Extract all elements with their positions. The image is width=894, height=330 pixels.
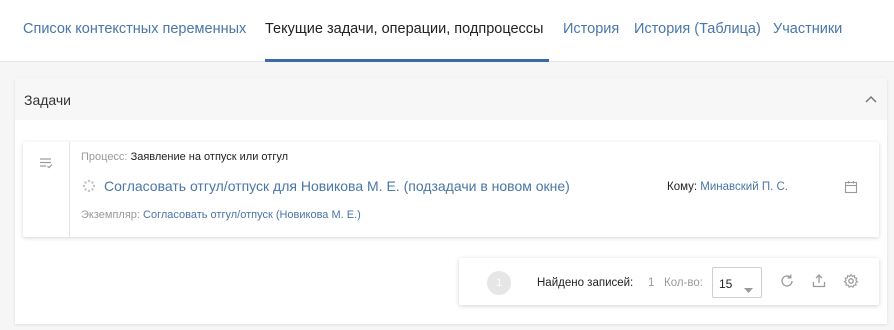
- chevron-up-icon[interactable]: [864, 92, 878, 106]
- page-size-label: Кол-во:: [664, 277, 703, 289]
- tab-history[interactable]: История: [563, 21, 619, 62]
- process-line: Процесс: Заявление на отпуск или отгул: [81, 151, 288, 163]
- pager: 1 Найдено записей: 1 Кол-во: 15: [459, 258, 879, 305]
- refresh-icon[interactable]: [779, 273, 795, 289]
- caret-down-icon: [744, 281, 753, 293]
- instance-line: Экземпляр: Согласовать отгул/отпуск (Нов…: [81, 209, 361, 221]
- records-found-count: 1: [648, 277, 655, 289]
- instance-link[interactable]: Согласовать отгул/отпуск (Новикова М. Е.…: [143, 209, 361, 221]
- tab-bar: Список контекстных переменных Текущие за…: [0, 0, 894, 62]
- calendar-icon[interactable]: [844, 180, 858, 194]
- task-card: Процесс: Заявление на отпуск или отгул С…: [23, 142, 879, 237]
- process-instance-view: Список контекстных переменных Текущие за…: [0, 0, 894, 330]
- tab-participants[interactable]: Участники: [773, 21, 842, 62]
- assignee-label: Кому:: [667, 181, 698, 193]
- spinner-icon: [82, 179, 96, 193]
- task-title-link[interactable]: Согласовать отгул/отпуск для Новикова М.…: [104, 178, 570, 194]
- tab-history-table[interactable]: История (Таблица): [634, 21, 761, 62]
- page-size-value: 15: [719, 277, 733, 291]
- records-found-label: Найдено записей:: [537, 277, 634, 289]
- page-size-select[interactable]: 15: [712, 267, 762, 298]
- panel-title: Задачи: [24, 92, 72, 108]
- tasks-panel-header[interactable]: Задачи: [15, 78, 887, 120]
- export-icon[interactable]: [811, 273, 827, 289]
- page-number-button[interactable]: 1: [487, 271, 511, 295]
- tab-context-variables[interactable]: Список контекстных переменных: [23, 21, 246, 62]
- assignee-line: Кому: Минавский П. С.: [667, 181, 788, 193]
- process-label: Процесс:: [81, 151, 128, 163]
- process-value: Заявление на отпуск или отгул: [130, 151, 289, 163]
- list-check-icon: [39, 156, 53, 170]
- instance-label: Экземпляр:: [81, 209, 140, 221]
- settings-icon[interactable]: [843, 273, 859, 289]
- task-gutter: [23, 142, 70, 237]
- assignee-link[interactable]: Минавский П. С.: [700, 181, 788, 193]
- tab-current-tasks[interactable]: Текущие задачи, операции, подпроцессы: [265, 21, 549, 62]
